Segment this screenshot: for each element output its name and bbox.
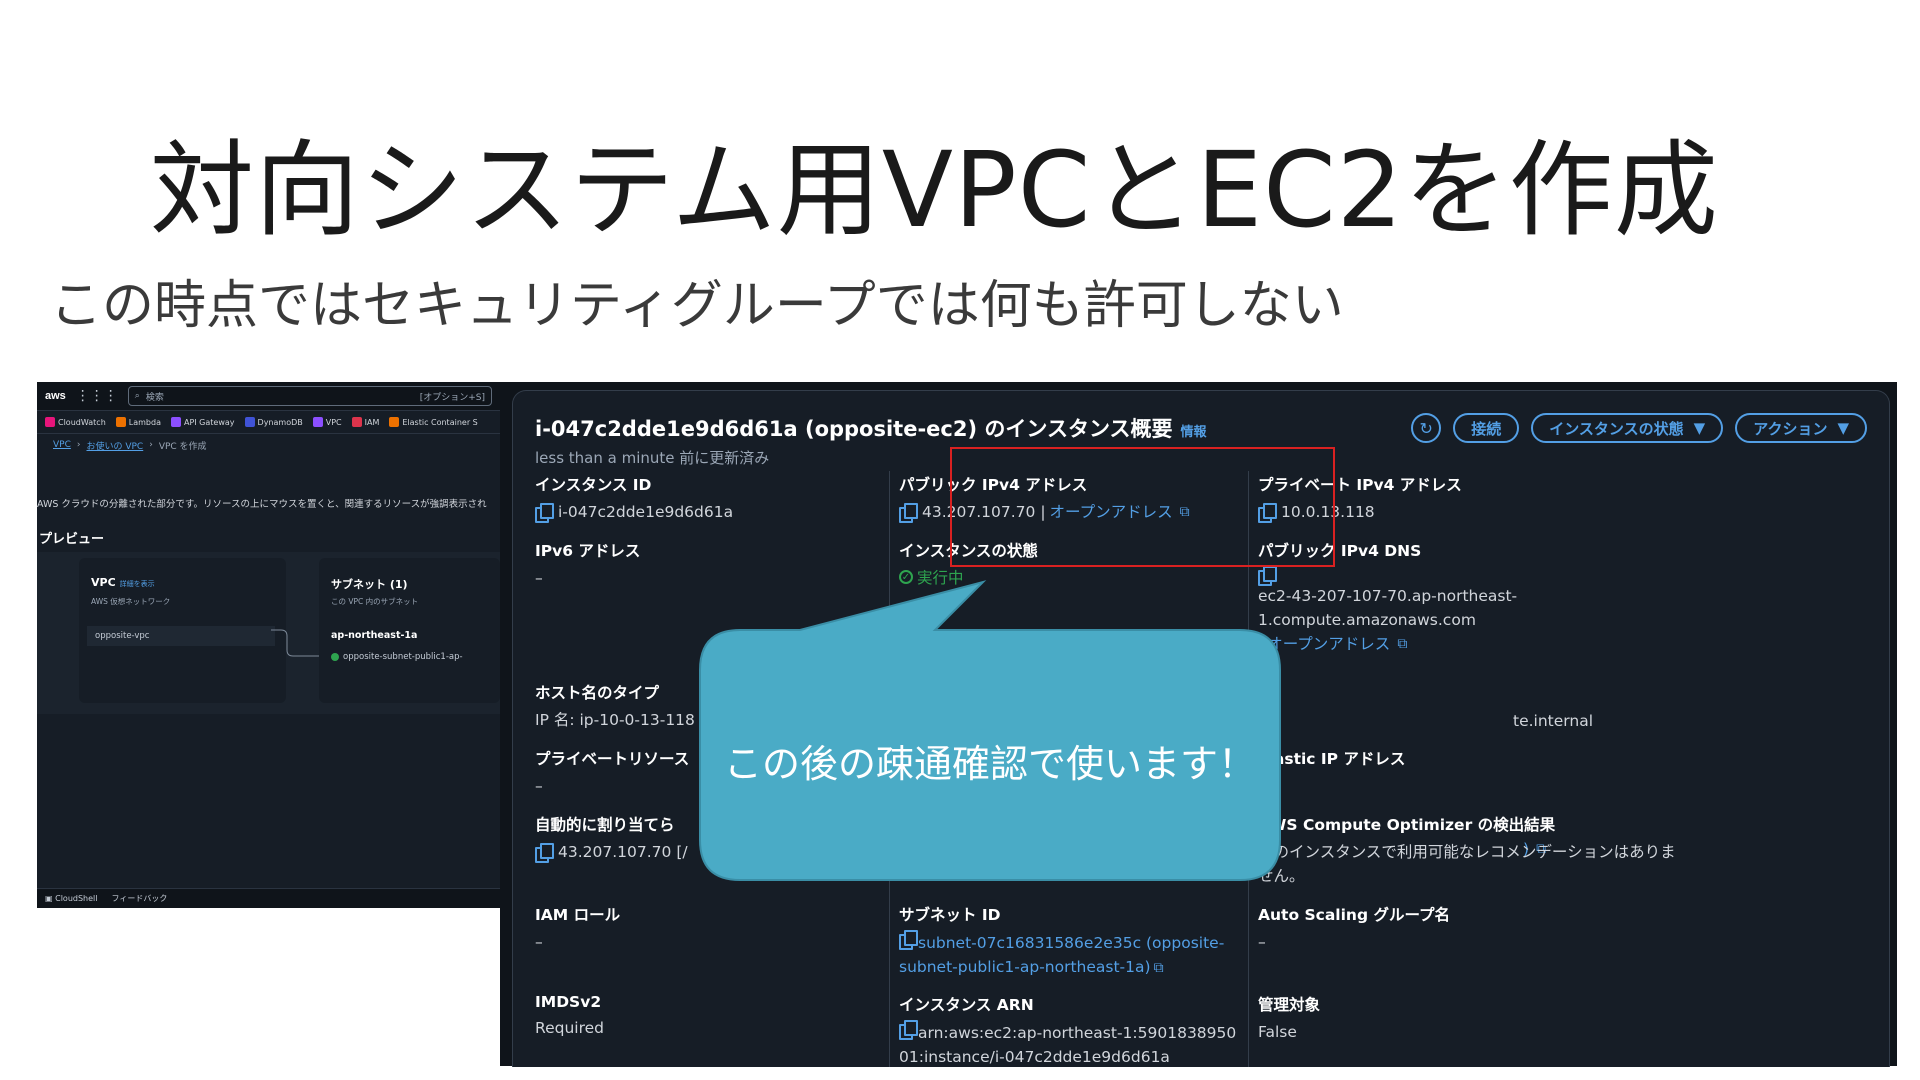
search-input[interactable]: ⌕ 検索 [オプション+S]	[127, 386, 492, 406]
favorite-vpc[interactable]: VPC	[312, 417, 342, 427]
vpc-icon	[312, 417, 323, 427]
refresh-icon: ↻	[1419, 418, 1433, 438]
field-managed: 管理対象 False	[1258, 996, 1321, 1041]
vpc-box-title: VPC 詳細を表示	[91, 576, 155, 589]
field-compute-optimizer: AWS Compute Optimizer の検出結果 このインスタンスで利用可…	[1258, 816, 1676, 885]
subnet-box-title: サブネット (1)	[331, 578, 408, 591]
field-asg-name: Auto Scaling グループ名 –	[1258, 906, 1451, 951]
favorite-lambda[interactable]: Lambda	[115, 417, 161, 427]
favorite-iam[interactable]: IAM	[351, 417, 379, 427]
vpc-item[interactable]: opposite-vpc	[87, 626, 275, 646]
chevron-right-icon: ›	[149, 440, 153, 450]
favorite-cloudwatch[interactable]: CloudWatch	[45, 417, 106, 427]
field-ipv6: IPv6 アドレス –	[535, 542, 641, 587]
vpc-description: AWS クラウドの分離された部分です。リソースの上にマウスを置くと、関連するリソ…	[37, 499, 487, 510]
subnet-link[interactable]: subnet-07c16831586e2e35c (opposite-subne…	[899, 934, 1224, 976]
instance-summary-header: i-047c2dde1e9d6d61a (opposite-ec2) のインスタ…	[535, 413, 1207, 443]
vpc-preview-diagram: VPC 詳細を表示 AWS 仮想ネットワーク opposite-vpc サブネット…	[37, 552, 500, 714]
chevron-right-icon: ›	[76, 440, 81, 450]
slide-subtitle: この時点ではセキュリティグループでは何も許可しない	[50, 276, 1344, 336]
favorite-ecs[interactable]: Elastic Container S	[389, 417, 478, 427]
cloudwatch-icon	[45, 417, 55, 427]
vpc-console-panel: aws ⋮⋮⋮ ⌕ 検索 [オプション+S] CloudWatch Lambda…	[37, 382, 500, 908]
subnet-box-caption: この VPC 内のサブネット	[331, 597, 419, 606]
connect-button[interactable]: 接続	[1453, 413, 1520, 443]
field-instance-arn: インスタンス ARN arn:aws:ec2:ap-northeast-1:59…	[899, 996, 1237, 1066]
header-actions: ↻ 接続 インスタンスの状態 ▼ アクション ▼	[1411, 413, 1867, 443]
breadcrumb-your-vpcs[interactable]: お使いの VPC	[86, 439, 143, 452]
breadcrumb-create-vpc: VPC を作成	[158, 441, 207, 452]
dynamodb-icon	[244, 417, 255, 427]
breadcrumb-vpc[interactable]: VPC	[53, 440, 71, 450]
aws-logo[interactable]: aws	[45, 390, 66, 402]
instance-summary-title: i-047c2dde1e9d6d61a (opposite-ec2) のインスタ…	[535, 417, 1173, 441]
ecs-icon	[389, 417, 400, 427]
favorites-bar: CloudWatch Lambda API Gateway DynamoDB V…	[37, 411, 500, 434]
field-private-dns-tail: te.internal	[1513, 712, 1594, 730]
availability-zone: ap-northeast-1a	[331, 630, 418, 641]
field-subnet-id: サブネット ID subnet-07c16831586e2e35c (oppos…	[899, 906, 1225, 976]
field-iam-role: IAM ロール –	[535, 906, 621, 951]
iam-icon	[351, 417, 362, 427]
vpc-subnet-connector	[271, 629, 319, 657]
lambda-icon	[115, 417, 126, 427]
slide-title: 対向システム用VPCとEC2を作成	[150, 129, 1719, 251]
instance-state-button[interactable]: インスタンスの状態 ▼	[1531, 413, 1724, 443]
cloudshell-button[interactable]: ▣ CloudShell	[45, 894, 97, 903]
caret-down-icon: ▼	[1693, 419, 1706, 437]
external-link-icon: ⧉	[1397, 636, 1408, 652]
field-imdsv2: IMDSv2 Required	[535, 993, 604, 1037]
actions-button[interactable]: アクション ▼	[1735, 413, 1867, 443]
favorite-api-gateway[interactable]: API Gateway	[170, 417, 235, 427]
caret-down-icon: ▼	[1837, 419, 1849, 437]
external-link-icon: ⧉	[1153, 960, 1164, 976]
public-subnet-icon	[331, 653, 339, 661]
preview-heading: プレビュー	[39, 532, 105, 547]
api-gateway-icon	[170, 417, 181, 427]
subnet-box: サブネット (1) この VPC 内のサブネット ap-northeast-1a…	[319, 558, 500, 703]
vpc-box-caption: AWS 仮想ネットワーク	[91, 597, 171, 606]
last-updated: less than a minute 前に更新済み	[535, 449, 770, 467]
copy-icon[interactable]	[535, 843, 554, 863]
services-grid-icon[interactable]: ⋮⋮⋮	[76, 388, 118, 404]
console-footer: ▣ CloudShell フィードバック	[37, 888, 500, 908]
field-instance-id: インスタンス ID i-047c2dde1e9d6d61a	[535, 476, 734, 523]
copy-icon[interactable]	[899, 1020, 918, 1040]
info-link[interactable]: 情報	[1181, 421, 1207, 440]
subnet-item[interactable]: opposite-subnet-public1-ap-	[331, 652, 463, 662]
refresh-button[interactable]: ↻	[1411, 413, 1442, 443]
terminal-icon: ▣	[45, 894, 53, 903]
callout-text: この後の疎通確認で使います！	[723, 741, 1256, 786]
favorite-dynamodb[interactable]: DynamoDB	[244, 417, 303, 427]
vpc-box: VPC 詳細を表示 AWS 仮想ネットワーク opposite-vpc	[79, 558, 286, 703]
search-shortcut: [オプション+S]	[419, 392, 485, 403]
search-placeholder: 検索	[145, 392, 164, 403]
breadcrumb: VPC › お使いの VPC › VPC を作成	[37, 434, 500, 456]
feedback-link[interactable]: フィードバック	[111, 893, 167, 904]
copy-icon[interactable]	[535, 503, 554, 523]
copy-icon[interactable]	[899, 503, 918, 523]
search-icon: ⌕	[134, 391, 140, 401]
vpc-details-link[interactable]: 詳細を表示	[120, 580, 155, 588]
aws-top-bar: aws ⋮⋮⋮ ⌕ 検索 [オプション+S]	[37, 382, 500, 411]
public-ip-highlight-box	[950, 447, 1335, 567]
copy-icon[interactable]	[899, 930, 918, 950]
